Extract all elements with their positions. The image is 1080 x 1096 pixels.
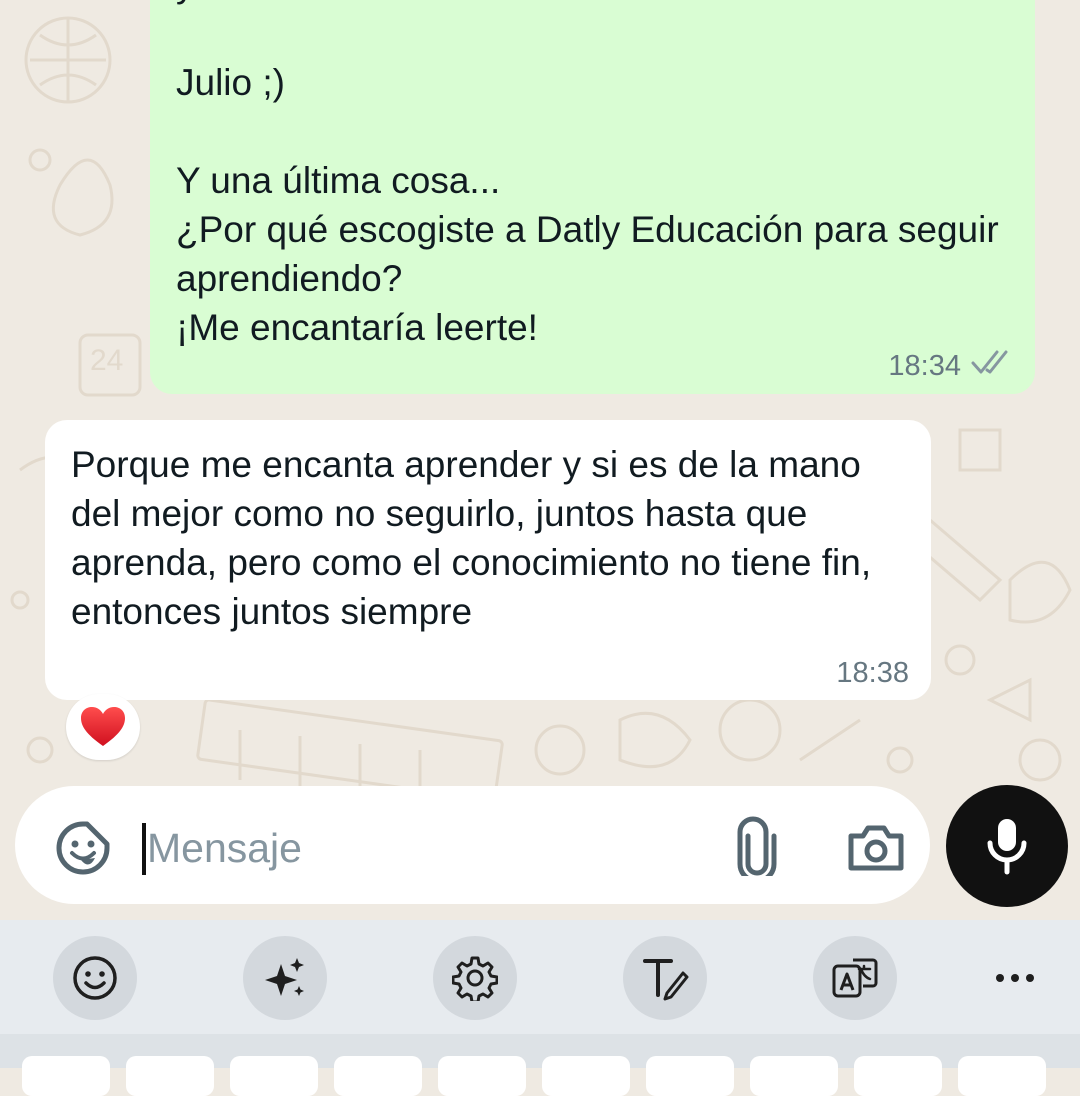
translate-icon <box>832 958 878 998</box>
keyboard-key[interactable] <box>958 1056 1046 1096</box>
message-reaction[interactable] <box>66 694 140 760</box>
camera-icon[interactable] <box>847 822 905 872</box>
keyboard-keys-row <box>0 1034 1080 1096</box>
sparkle-icon <box>265 958 304 996</box>
more-icon <box>996 974 1034 982</box>
voice-message-button[interactable] <box>946 785 1068 907</box>
keyboard-settings-button[interactable] <box>433 936 517 1020</box>
more-button[interactable] <box>985 950 1045 1006</box>
keyboard-key[interactable] <box>22 1056 110 1096</box>
heart-icon <box>81 707 125 746</box>
handwriting-icon <box>643 959 689 1001</box>
message-input[interactable]: Mensaje <box>147 822 302 874</box>
outgoing-message-bubble[interactable]: y viste el video Julio ;) Y una última c… <box>150 0 1035 394</box>
read-receipt-icon <box>971 348 1013 384</box>
outgoing-message-meta: 18:34 <box>888 348 1013 384</box>
incoming-message-bubble[interactable]: Porque me encanta aprender y si es de la… <box>45 420 931 700</box>
handwriting-button[interactable] <box>623 936 707 1020</box>
keyboard-key[interactable] <box>854 1056 942 1096</box>
keyboard-key[interactable] <box>542 1056 630 1096</box>
incoming-message-text: Porque me encanta aprender y si es de la… <box>71 444 872 632</box>
emoji-icon <box>73 956 117 1000</box>
sticker-icon[interactable] <box>55 820 111 876</box>
keyboard-key[interactable] <box>438 1056 526 1096</box>
keyboard-key[interactable] <box>230 1056 318 1096</box>
outgoing-message-time: 18:34 <box>888 349 961 382</box>
emoji-button[interactable] <box>53 936 137 1020</box>
attach-icon[interactable] <box>732 816 778 876</box>
message-composer: Mensaje <box>15 786 930 904</box>
incoming-message-time: 18:38 <box>836 657 909 689</box>
keyboard-toolbar <box>0 920 1080 1034</box>
settings-icon <box>452 956 498 1001</box>
translate-button[interactable] <box>813 936 897 1020</box>
keyboard-key[interactable] <box>646 1056 734 1096</box>
keyboard-key[interactable] <box>334 1056 422 1096</box>
svg-text:24: 24 <box>90 344 123 377</box>
mic-icon <box>987 819 1027 875</box>
text-cursor <box>142 823 146 875</box>
ai-writing-button[interactable] <box>243 936 327 1020</box>
keyboard-key[interactable] <box>126 1056 214 1096</box>
outgoing-message-text: y viste el video Julio ;) Y una última c… <box>176 0 999 348</box>
keyboard-key[interactable] <box>750 1056 838 1096</box>
